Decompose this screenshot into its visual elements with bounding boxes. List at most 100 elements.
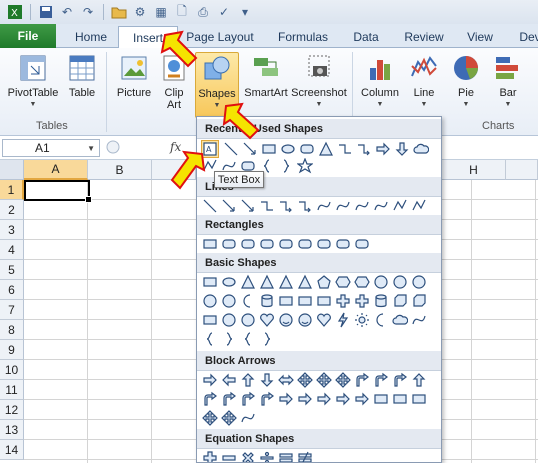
row-header[interactable]: 14 [0, 440, 24, 460]
shape-rect-icon[interactable] [372, 390, 390, 408]
shape-brace-l-icon[interactable] [201, 330, 219, 348]
shape-smiley-icon[interactable] [296, 311, 314, 329]
shape-cloud-icon[interactable] [391, 311, 409, 329]
shape-heart-icon[interactable] [258, 311, 276, 329]
shape-circle-icon[interactable] [372, 273, 390, 291]
shape-rect-icon[interactable] [410, 390, 428, 408]
shape-circle-icon[interactable] [220, 311, 238, 329]
shape-can-icon[interactable] [372, 292, 390, 310]
shape-curve-icon[interactable] [239, 409, 257, 427]
row-header[interactable]: 1 [0, 180, 24, 200]
tab-data[interactable]: Data [344, 26, 388, 48]
shape-round-rect-icon[interactable] [334, 235, 352, 253]
shape-arrow-line-icon[interactable] [239, 197, 257, 215]
shape-elbow-arrow-icon[interactable] [277, 197, 295, 215]
shape-curve-icon[interactable] [353, 197, 371, 215]
shape-lightning-icon[interactable] [334, 311, 352, 329]
shape-rect-icon[interactable] [277, 292, 295, 310]
shape-round-rect-icon[interactable] [258, 235, 276, 253]
row-header[interactable]: 8 [0, 320, 24, 340]
customize-qat-icon[interactable]: ▾ [236, 3, 254, 21]
shape-rect-icon[interactable] [201, 235, 219, 253]
shape-quad-arrow-icon[interactable] [220, 409, 238, 427]
shape-right-arrow-icon[interactable] [353, 390, 371, 408]
row-header[interactable]: 11 [0, 380, 24, 400]
shape-bent-arrow-icon[interactable] [239, 390, 257, 408]
clip-art-button[interactable]: Clip Art [158, 52, 190, 111]
shape-multiply-icon[interactable] [239, 449, 257, 462]
shape-equal-icon[interactable] [277, 449, 295, 462]
shape-down-arrow-icon[interactable] [258, 371, 276, 389]
picture-button[interactable]: Picture [112, 52, 156, 99]
print-preview-icon[interactable]: 🗋 [173, 3, 191, 21]
shape-quad-arrow-icon[interactable] [201, 409, 219, 427]
shape-circle-icon[interactable] [201, 292, 219, 310]
column-header[interactable] [152, 160, 196, 180]
undo-icon[interactable]: ↶ [58, 3, 76, 21]
shape-brace-r-icon[interactable] [277, 157, 295, 175]
shape-can-icon[interactable] [258, 292, 276, 310]
shape-lr-arrow-icon[interactable] [277, 371, 295, 389]
column-header-h[interactable]: H [442, 160, 506, 180]
shape-bent-arrow-icon[interactable] [201, 390, 219, 408]
shape-rect-icon[interactable] [201, 273, 219, 291]
row-header[interactable]: 7 [0, 300, 24, 320]
column-header-b[interactable]: B [88, 160, 152, 180]
bar-chart-button[interactable]: Bar ▼ [490, 52, 526, 111]
shape-pentagon-icon[interactable] [315, 273, 333, 291]
shape-down-arrow-icon[interactable] [393, 140, 411, 158]
shape-triangle-icon[interactable] [258, 273, 276, 291]
shape-left-arrow-icon[interactable] [220, 371, 238, 389]
shape-smiley-icon[interactable] [277, 311, 295, 329]
shape-oval-icon[interactable] [220, 273, 238, 291]
row-header[interactable]: 2 [0, 200, 24, 220]
row-header[interactable]: 13 [0, 420, 24, 440]
row-header[interactable]: 4 [0, 240, 24, 260]
shape-elbow-icon[interactable] [336, 140, 354, 158]
customize-icon[interactable]: ⚙ [131, 3, 149, 21]
shapes-button[interactable]: Shapes ▼ [195, 52, 239, 118]
tab-review[interactable]: Review [396, 26, 452, 48]
shape-up-arrow-icon[interactable] [239, 371, 257, 389]
shape-elbow-arrow-icon[interactable] [296, 197, 314, 215]
tab-home[interactable]: Home [66, 26, 116, 48]
spelling-icon[interactable]: ✓ [215, 3, 233, 21]
column-header[interactable] [506, 160, 538, 180]
shape-curve-icon[interactable] [372, 197, 390, 215]
shape-quad-arrow-icon[interactable] [334, 371, 352, 389]
open-folder-icon[interactable] [110, 3, 128, 21]
shape-right-arrow-icon[interactable] [296, 390, 314, 408]
shape-round-rect-icon[interactable] [277, 235, 295, 253]
shape-brace-l-icon[interactable] [239, 330, 257, 348]
shape-bent-arrow-icon[interactable] [372, 371, 390, 389]
shape-triangle-icon[interactable] [277, 273, 295, 291]
row-header[interactable]: 10 [0, 360, 24, 380]
shape-cloud-icon[interactable] [412, 140, 430, 158]
shape-text-box-icon[interactable]: A [201, 140, 219, 158]
shape-curve-icon[interactable] [410, 311, 428, 329]
tab-view[interactable]: View [458, 26, 502, 48]
shape-curve-icon[interactable] [334, 197, 352, 215]
shape-round-rect-icon[interactable] [353, 235, 371, 253]
row-header[interactable]: 9 [0, 340, 24, 360]
shape-minus-icon[interactable] [220, 449, 238, 462]
shape-rect-icon[interactable] [260, 140, 278, 158]
shape-cross-icon[interactable] [334, 292, 352, 310]
shape-brace-r-icon[interactable] [258, 330, 276, 348]
shape-not-equal-icon[interactable] [296, 449, 314, 462]
shape-circle-icon[interactable] [391, 273, 409, 291]
tab-developer[interactable]: Dev [510, 26, 538, 48]
row-header[interactable]: 12 [0, 400, 24, 420]
shape-quad-arrow-icon[interactable] [315, 371, 333, 389]
shape-right-arrow-icon[interactable] [334, 390, 352, 408]
shape-heart-icon[interactable] [315, 311, 333, 329]
shape-right-arrow-icon[interactable] [315, 390, 333, 408]
shape-round-rect-icon[interactable] [239, 235, 257, 253]
shape-cube-icon[interactable] [391, 292, 409, 310]
shape-arrow-line-icon[interactable] [220, 197, 238, 215]
tab-file[interactable]: File [0, 24, 56, 48]
expand-handle-icon[interactable] [106, 140, 120, 154]
column-chart-button[interactable]: Column ▼ [356, 52, 404, 111]
row-header[interactable]: 5 [0, 260, 24, 280]
redo-icon[interactable]: ↷ [79, 3, 97, 21]
